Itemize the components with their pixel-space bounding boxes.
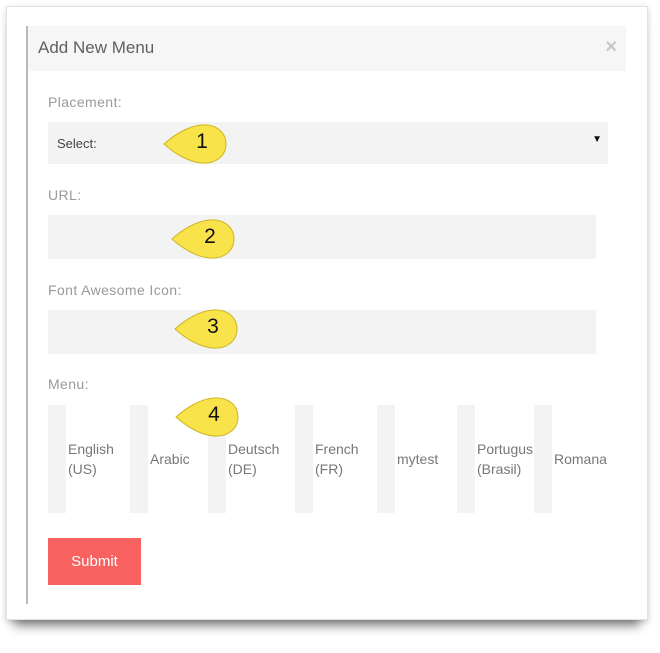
language-checkbox[interactable]	[377, 405, 395, 513]
callout-number: 1	[196, 130, 208, 153]
callout-1: 1	[162, 122, 228, 166]
callout-3: 3	[173, 307, 239, 351]
language-label: English (US)	[68, 441, 114, 477]
language-label: Portugus (Brasil)	[477, 441, 534, 477]
modal-header: Add New Menu ×	[28, 26, 626, 71]
language-checkbox[interactable]	[457, 405, 475, 513]
submit-button[interactable]: Submit	[48, 538, 141, 585]
callout-number: 2	[204, 225, 216, 248]
callout-number: 3	[207, 315, 219, 338]
language-option[interactable]: English (US)	[48, 405, 130, 513]
language-checkbox[interactable]	[48, 405, 66, 513]
callout-4: 4	[174, 395, 240, 439]
url-input[interactable]	[48, 215, 596, 259]
placement-select[interactable]: Select: ▼	[48, 122, 608, 164]
language-option[interactable]: Portugus (Brasil)	[457, 405, 534, 513]
callout-2: 2	[170, 217, 236, 261]
menu-label: Menu:	[48, 376, 89, 392]
url-label: URL:	[48, 187, 82, 203]
language-label: Romana	[554, 451, 607, 467]
placement-selected-value: Select:	[57, 136, 97, 151]
placement-label: Placement:	[48, 94, 123, 110]
close-button[interactable]: ×	[605, 36, 617, 58]
language-option[interactable]: French (FR)	[295, 405, 377, 513]
language-label: mytest	[397, 451, 439, 467]
modal-title: Add New Menu	[38, 38, 155, 57]
add-menu-modal: Add New Menu × Placement: Select: ▼ URL:…	[28, 26, 626, 604]
dropdown-arrow-icon: ▼	[592, 134, 602, 145]
menu-language-list: English (US) Arabic Deutsch (DE) French …	[48, 405, 608, 513]
language-checkbox[interactable]	[130, 405, 148, 513]
language-checkbox[interactable]	[295, 405, 313, 513]
icon-label: Font Awesome Icon:	[48, 282, 182, 298]
language-checkbox[interactable]	[534, 405, 552, 513]
language-option[interactable]: Romana	[534, 405, 608, 513]
language-label: French (FR)	[315, 441, 359, 477]
callout-number: 4	[208, 403, 220, 426]
icon-input[interactable]	[48, 310, 596, 354]
language-option[interactable]: mytest	[377, 405, 457, 513]
